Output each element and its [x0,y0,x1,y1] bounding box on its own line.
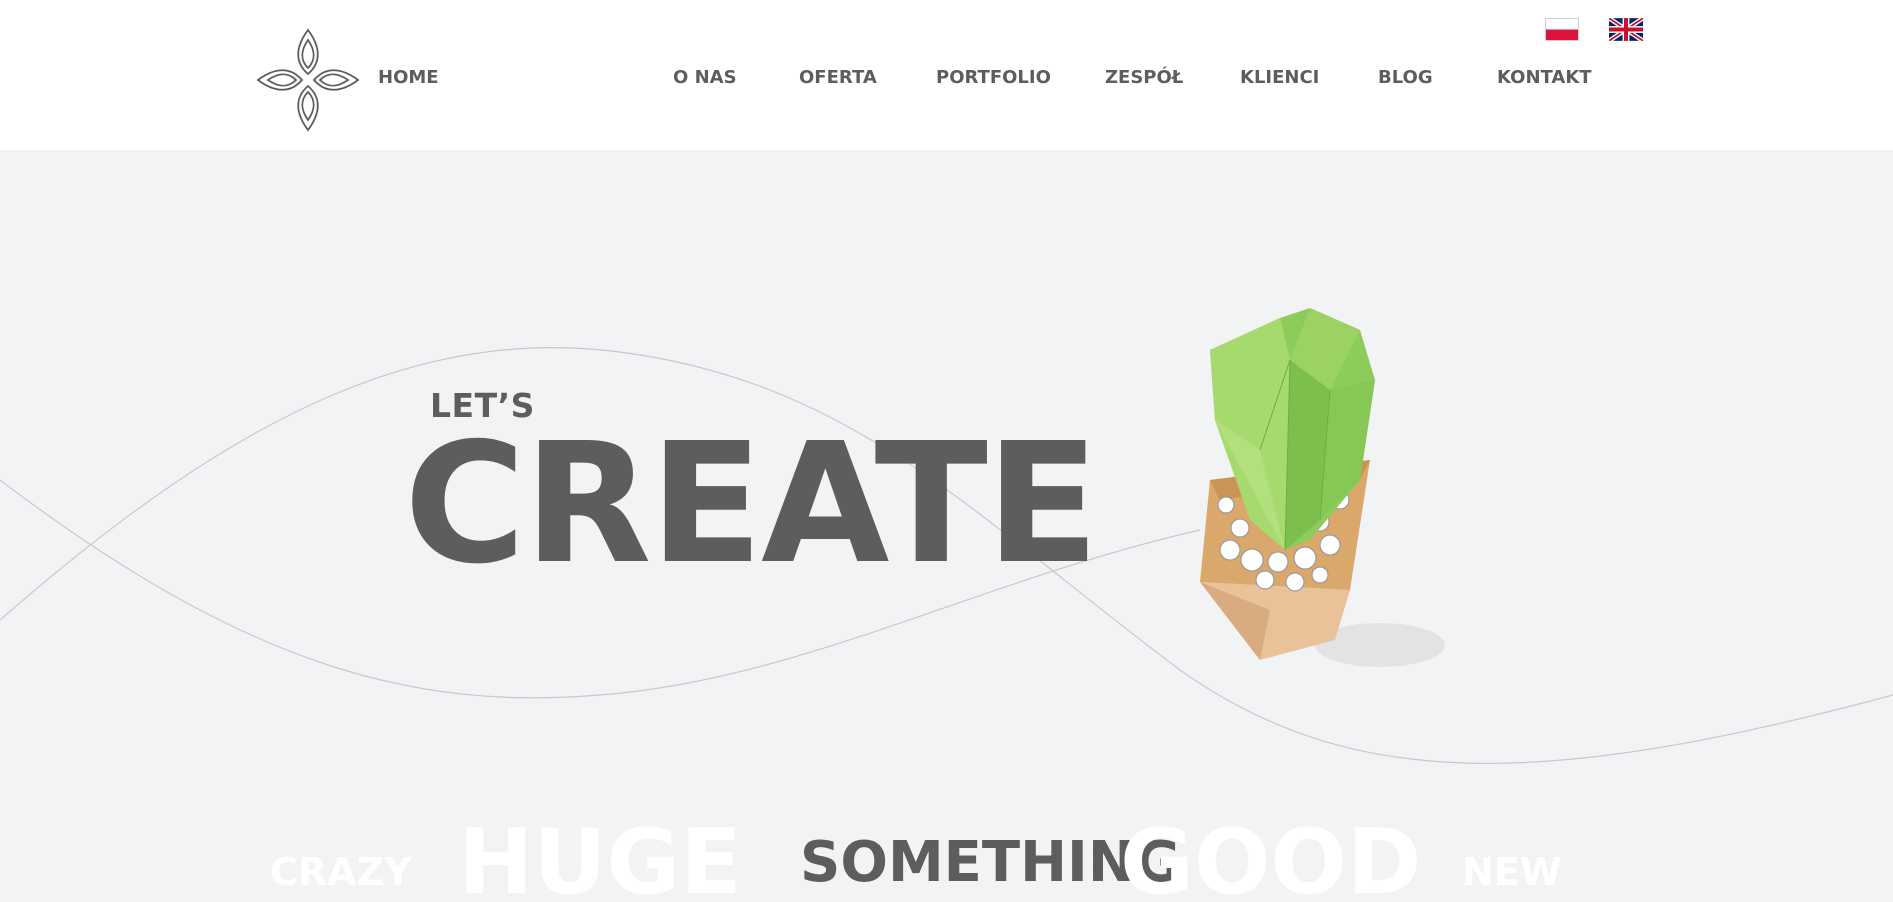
nav-blog[interactable]: BLOG [1378,67,1433,88]
nav-zespol[interactable]: ZESPÓŁ [1105,67,1183,88]
word-huge: HUGE [458,810,742,902]
nav-portfolio[interactable]: PORTFOLIO [936,67,1051,88]
site-header: HOME O NAS OFERTA PORTFOLIO ZESPÓŁ KLIEN… [0,0,1893,150]
main-nav: O NAS OFERTA PORTFOLIO ZESPÓŁ KLIENCI BL… [0,67,1893,91]
nav-o-nas[interactable]: O NAS [673,67,737,88]
nav-klienci[interactable]: KLIENCI [1240,67,1319,88]
word-good: GOOD [1120,810,1422,902]
polish-flag-icon[interactable] [1545,18,1579,41]
hero-section: LET’S CREATE CRAZY HUGE SOMETHING GOOD N… [0,150,1893,902]
word-new: NEW [1462,850,1562,894]
nav-oferta[interactable]: OFERTA [799,67,877,88]
nav-kontakt[interactable]: KONTAKT [1497,67,1592,88]
word-crazy: CRAZY [270,850,412,894]
uk-flag-icon[interactable] [1609,18,1643,41]
origami-cactus-image [1200,308,1445,667]
hero-headline: CREATE [404,408,1099,601]
